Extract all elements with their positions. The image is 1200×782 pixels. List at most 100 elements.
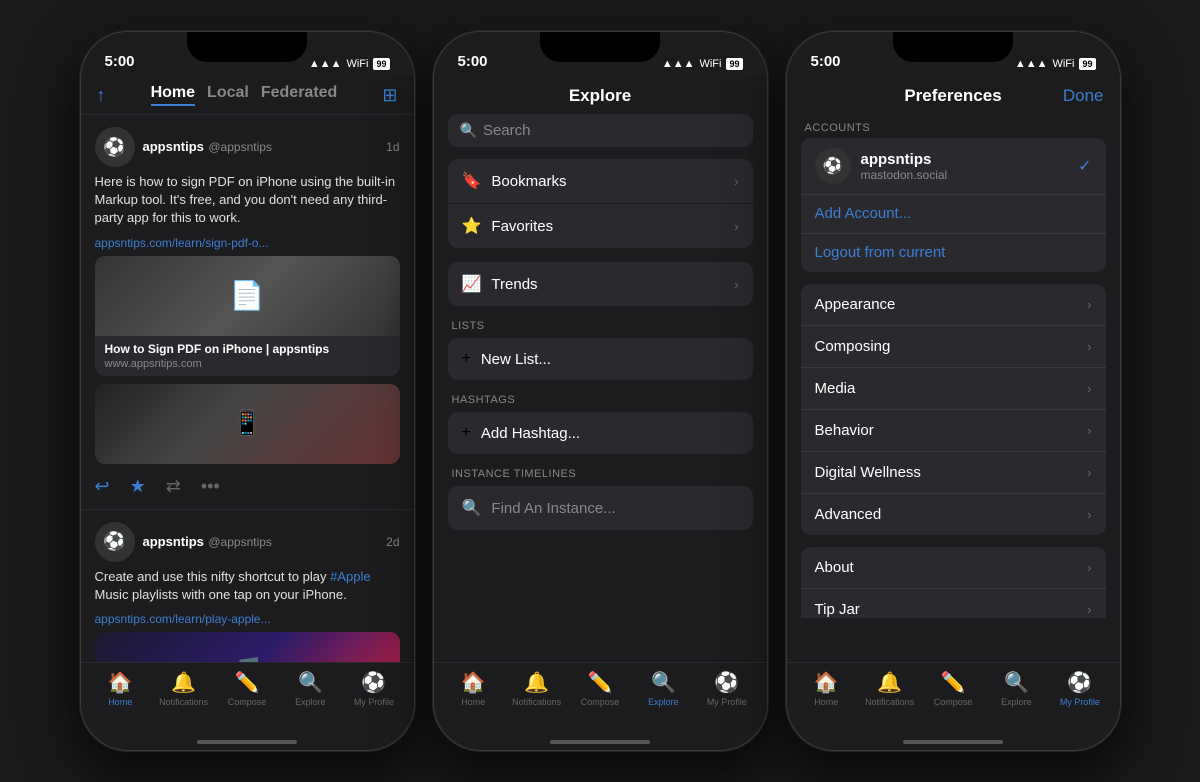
- tab-item-explore[interactable]: 🔍 Explore: [279, 670, 342, 707]
- post-author-2: appsntips: [143, 534, 204, 549]
- tab-item-home-3[interactable]: 🏠 Home: [795, 670, 858, 707]
- list-item[interactable]: Advanced ›: [801, 494, 1106, 535]
- account-info: appsntips mastodon.social: [861, 151, 1069, 182]
- feed: ⚽ appsntips @appsntips 1d Here is how to…: [81, 115, 414, 662]
- tab-item-explore-2[interactable]: 🔍 Explore: [632, 670, 695, 707]
- composing-label: Composing: [815, 338, 891, 355]
- notifications-tab-icon-2: 🔔: [524, 670, 549, 695]
- tab-local[interactable]: Local: [207, 84, 249, 106]
- tab-item-home[interactable]: 🏠 Home: [89, 670, 152, 707]
- chevron-right-icon: ›: [1087, 465, 1091, 480]
- profile-tab-label-3: My Profile: [1060, 697, 1100, 707]
- about-card: About › Tip Jar › Acknowledgements ›: [801, 547, 1106, 618]
- tab-item-home-2[interactable]: 🏠 Home: [442, 670, 505, 707]
- feed-scroll[interactable]: ⚽ appsntips @appsntips 1d Here is how to…: [81, 115, 414, 662]
- trends-label: Trends: [491, 276, 734, 293]
- search-icon: 🔍: [460, 122, 477, 139]
- home-nav-tabs: Home Local Federated: [151, 84, 338, 106]
- bookmarks-icon: 🔖: [462, 171, 482, 191]
- filter-icon[interactable]: ⊞: [382, 85, 397, 106]
- digital-wellness-label: Digital Wellness: [815, 464, 921, 481]
- tab-item-notifications[interactable]: 🔔 Notifications: [152, 670, 215, 707]
- post-card-1b[interactable]: 📱: [95, 384, 400, 464]
- tip-jar-label: Tip Jar: [815, 601, 860, 618]
- table-row[interactable]: ⚽ appsntips @appsntips 1d Here is how to…: [81, 115, 414, 510]
- repost-icon[interactable]: ⇄: [166, 476, 181, 497]
- reply-icon[interactable]: ↩: [95, 476, 110, 497]
- phone-notch-2: [540, 32, 660, 62]
- list-item[interactable]: About ›: [801, 547, 1106, 589]
- post-text-2: Create and use this nifty shortcut to pl…: [95, 568, 400, 604]
- list-item[interactable]: 🔖 Bookmarks ›: [448, 159, 753, 203]
- list-item[interactable]: Appearance ›: [801, 284, 1106, 326]
- table-row[interactable]: ⚽ appsntips @appsntips 2d Create and use…: [81, 510, 414, 662]
- list-item[interactable]: 📈 Trends ›: [448, 262, 753, 306]
- tab-item-profile[interactable]: ⚽ My Profile: [342, 670, 405, 707]
- post-header-1: ⚽ appsntips @appsntips 1d: [95, 127, 400, 167]
- status-time-3: 5:00: [811, 53, 841, 70]
- tab-federated[interactable]: Federated: [261, 84, 337, 106]
- list-item[interactable]: Digital Wellness ›: [801, 452, 1106, 494]
- post-handle-2: @appsntips: [208, 535, 272, 549]
- account-row[interactable]: ⚽ appsntips mastodon.social ✓: [801, 138, 1106, 195]
- logout-row[interactable]: Logout from current: [801, 234, 1106, 272]
- status-time-1: 5:00: [105, 53, 135, 70]
- preferences-scroll[interactable]: ACCOUNTS ⚽ appsntips mastodon.social ✓ A…: [787, 114, 1120, 662]
- chevron-right-icon: ›: [1087, 507, 1091, 522]
- new-list-label: New List...: [481, 351, 739, 368]
- add-hashtag-icon: +: [462, 424, 471, 442]
- home-tab-icon-3: 🏠: [814, 670, 839, 695]
- chevron-right-icon: ›: [1087, 339, 1091, 354]
- tab-item-profile-2[interactable]: ⚽ My Profile: [695, 670, 758, 707]
- phone-explore: 5:00 ▲▲▲ WiFi 99 Explore 🔍 Search: [433, 31, 768, 751]
- tab-item-explore-3[interactable]: 🔍 Explore: [985, 670, 1048, 707]
- profile-tab-label-2: My Profile: [707, 697, 747, 707]
- add-account-row[interactable]: Add Account...: [801, 195, 1106, 234]
- notifications-tab-label-3: Notifications: [865, 697, 914, 707]
- search-placeholder: Search: [483, 122, 531, 139]
- account-name: appsntips: [861, 151, 1069, 168]
- home-indicator-3: [787, 722, 1120, 750]
- avatar: ⚽: [95, 127, 135, 167]
- tab-item-profile-3[interactable]: ⚽ My Profile: [1048, 670, 1111, 707]
- favorite-icon[interactable]: ★: [130, 476, 146, 497]
- post-card-title-1: How to Sign PDF on iPhone | appsntips: [105, 342, 390, 356]
- tab-item-compose-2[interactable]: ✏️ Compose: [568, 670, 631, 707]
- tab-bar-3: 🏠 Home 🔔 Notifications ✏️ Compose 🔍 Expl…: [787, 662, 1120, 722]
- explore-title: Explore: [434, 76, 767, 114]
- accounts-section-label: ACCOUNTS: [805, 122, 1106, 134]
- home-indicator-2: [434, 722, 767, 750]
- explore-scroll[interactable]: 🔍 Search 🔖 Bookmarks › ⭐ Favorites: [434, 114, 767, 662]
- home-tab-label-3: Home: [814, 697, 838, 707]
- home-tab-label-2: Home: [461, 697, 485, 707]
- post-link-2[interactable]: appsntips.com/learn/play-apple...: [95, 612, 400, 626]
- back-icon[interactable]: ↑: [97, 85, 106, 106]
- add-account-label: Add Account...: [815, 205, 912, 222]
- post-time-2: 2d: [386, 535, 399, 549]
- phone-notch: [187, 32, 307, 62]
- list-item[interactable]: Composing ›: [801, 326, 1106, 368]
- done-button[interactable]: Done: [1060, 86, 1104, 106]
- more-icon[interactable]: •••: [201, 476, 220, 497]
- list-item[interactable]: + Add Hashtag...: [448, 412, 753, 454]
- list-item[interactable]: ⭐ Favorites ›: [448, 204, 753, 248]
- list-item[interactable]: Media ›: [801, 368, 1106, 410]
- search-bar[interactable]: 🔍 Search: [448, 114, 753, 147]
- list-item[interactable]: Tip Jar ›: [801, 589, 1106, 618]
- post-card-2[interactable]: 🎵 How to Play Apple Music Playlists with…: [95, 632, 400, 662]
- preferences-title: Preferences: [847, 86, 1060, 106]
- tab-item-notifications-3[interactable]: 🔔 Notifications: [858, 670, 921, 707]
- logout-label: Logout from current: [815, 244, 946, 261]
- post-card-1[interactable]: 📄 How to Sign PDF on iPhone | appsntips …: [95, 256, 400, 376]
- advanced-label: Advanced: [815, 506, 882, 523]
- battery-badge-3: 99: [1079, 58, 1095, 70]
- tab-item-compose[interactable]: ✏️ Compose: [215, 670, 278, 707]
- list-item[interactable]: Behavior ›: [801, 410, 1106, 452]
- status-icons-3: ▲▲▲ WiFi 99: [1015, 58, 1096, 70]
- tab-item-notifications-2[interactable]: 🔔 Notifications: [505, 670, 568, 707]
- list-item[interactable]: + New List...: [448, 338, 753, 380]
- list-item[interactable]: 🔍 Find An Instance...: [448, 486, 753, 530]
- tab-item-compose-3[interactable]: ✏️ Compose: [921, 670, 984, 707]
- tab-home[interactable]: Home: [151, 84, 195, 106]
- post-link-1[interactable]: appsntips.com/learn/sign-pdf-o...: [95, 236, 400, 250]
